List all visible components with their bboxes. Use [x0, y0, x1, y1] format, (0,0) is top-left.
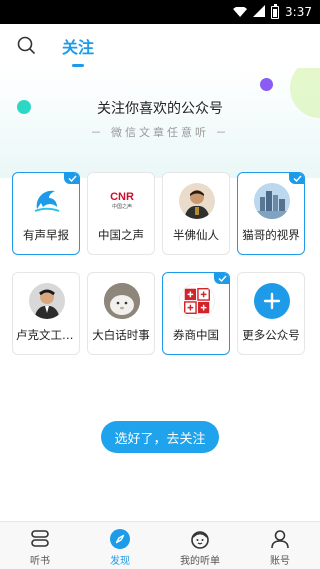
account-card-banfo[interactable]: 半佛仙人	[162, 172, 230, 255]
account-name: 大白话时事	[92, 328, 150, 342]
book-icon	[29, 528, 51, 550]
search-button[interactable]	[16, 35, 36, 55]
face-icon	[189, 528, 211, 550]
account-name: 卢克文工作室	[16, 328, 79, 342]
hero-subtitle: － 微信文章任意听 －	[90, 126, 230, 139]
account-name: 更多公众号	[242, 328, 300, 342]
wifi-icon	[233, 7, 248, 17]
cnr-logo-icon: CNR 中国之声	[104, 183, 140, 219]
account-name: 半佛仙人	[173, 228, 219, 242]
animal-avatar-icon	[104, 283, 140, 319]
account-card-more[interactable]: 更多公众号	[237, 272, 305, 355]
top-header: 关注	[0, 24, 320, 68]
tab-indicator	[72, 64, 84, 67]
selected-check-icon	[289, 173, 304, 184]
status-time: 3:37	[285, 5, 312, 19]
account-name: 猫哥的视界	[242, 228, 300, 242]
selected-check-icon	[64, 173, 79, 184]
account-name: 中国之声	[98, 228, 144, 242]
account-card-dabaihua[interactable]: 大白话时事	[87, 272, 155, 355]
battery-icon	[271, 3, 280, 19]
account-card-morning-news[interactable]: 有声早报	[12, 172, 80, 255]
cnr-logo-text: CNR	[110, 190, 134, 203]
person-avatar-icon	[29, 283, 65, 319]
account-card-luke[interactable]: 卢克文工作室	[12, 272, 80, 355]
hero-banner: 关注你喜欢的公众号 － 微信文章任意听 －	[0, 68, 320, 178]
selected-check-icon	[214, 273, 229, 284]
nav-item-my-list[interactable]: 我的听单	[160, 522, 240, 569]
account-card-quanshang[interactable]: 券商中国	[162, 272, 230, 355]
user-icon	[269, 528, 291, 550]
nav-label: 听书	[30, 556, 50, 567]
compass-icon	[109, 528, 131, 550]
nav-item-books[interactable]: 听书	[0, 522, 80, 569]
account-name: 券商中国	[173, 328, 219, 342]
nav-item-discover[interactable]: 发现	[80, 522, 160, 569]
nav-item-account[interactable]: 账号	[240, 522, 320, 569]
account-card-maoge[interactable]: 猫哥的视界	[237, 172, 305, 255]
seal-logo-icon	[179, 283, 215, 319]
account-grid: 有声早报 CNR 中国之声 中国之声 半佛仙人 猫哥的视界 卢克文工作室 大白话…	[12, 172, 308, 355]
follow-selected-button[interactable]: 选好了，去关注	[101, 421, 219, 453]
hero-title: 关注你喜欢的公众号	[97, 101, 223, 117]
city-avatar-icon	[254, 183, 290, 219]
status-bar: 3:37	[0, 0, 320, 24]
account-name: 有声早报	[23, 228, 69, 242]
nav-label: 发现	[110, 556, 130, 567]
bottom-nav: 听书 发现 我的听单 账号	[0, 521, 320, 569]
person-avatar-icon	[179, 183, 215, 219]
nav-label: 账号	[270, 556, 290, 567]
nav-label: 我的听单	[180, 556, 220, 567]
cnr-logo-subtext: 中国之声	[111, 203, 132, 210]
tab-follow[interactable]: 关注	[62, 34, 94, 58]
search-icon	[17, 36, 35, 54]
signal-icon	[253, 4, 266, 20]
dolphin-logo-icon	[29, 183, 65, 219]
decorative-dot	[260, 78, 273, 91]
plus-icon	[254, 283, 290, 319]
account-card-cnr[interactable]: CNR 中国之声 中国之声	[87, 172, 155, 255]
